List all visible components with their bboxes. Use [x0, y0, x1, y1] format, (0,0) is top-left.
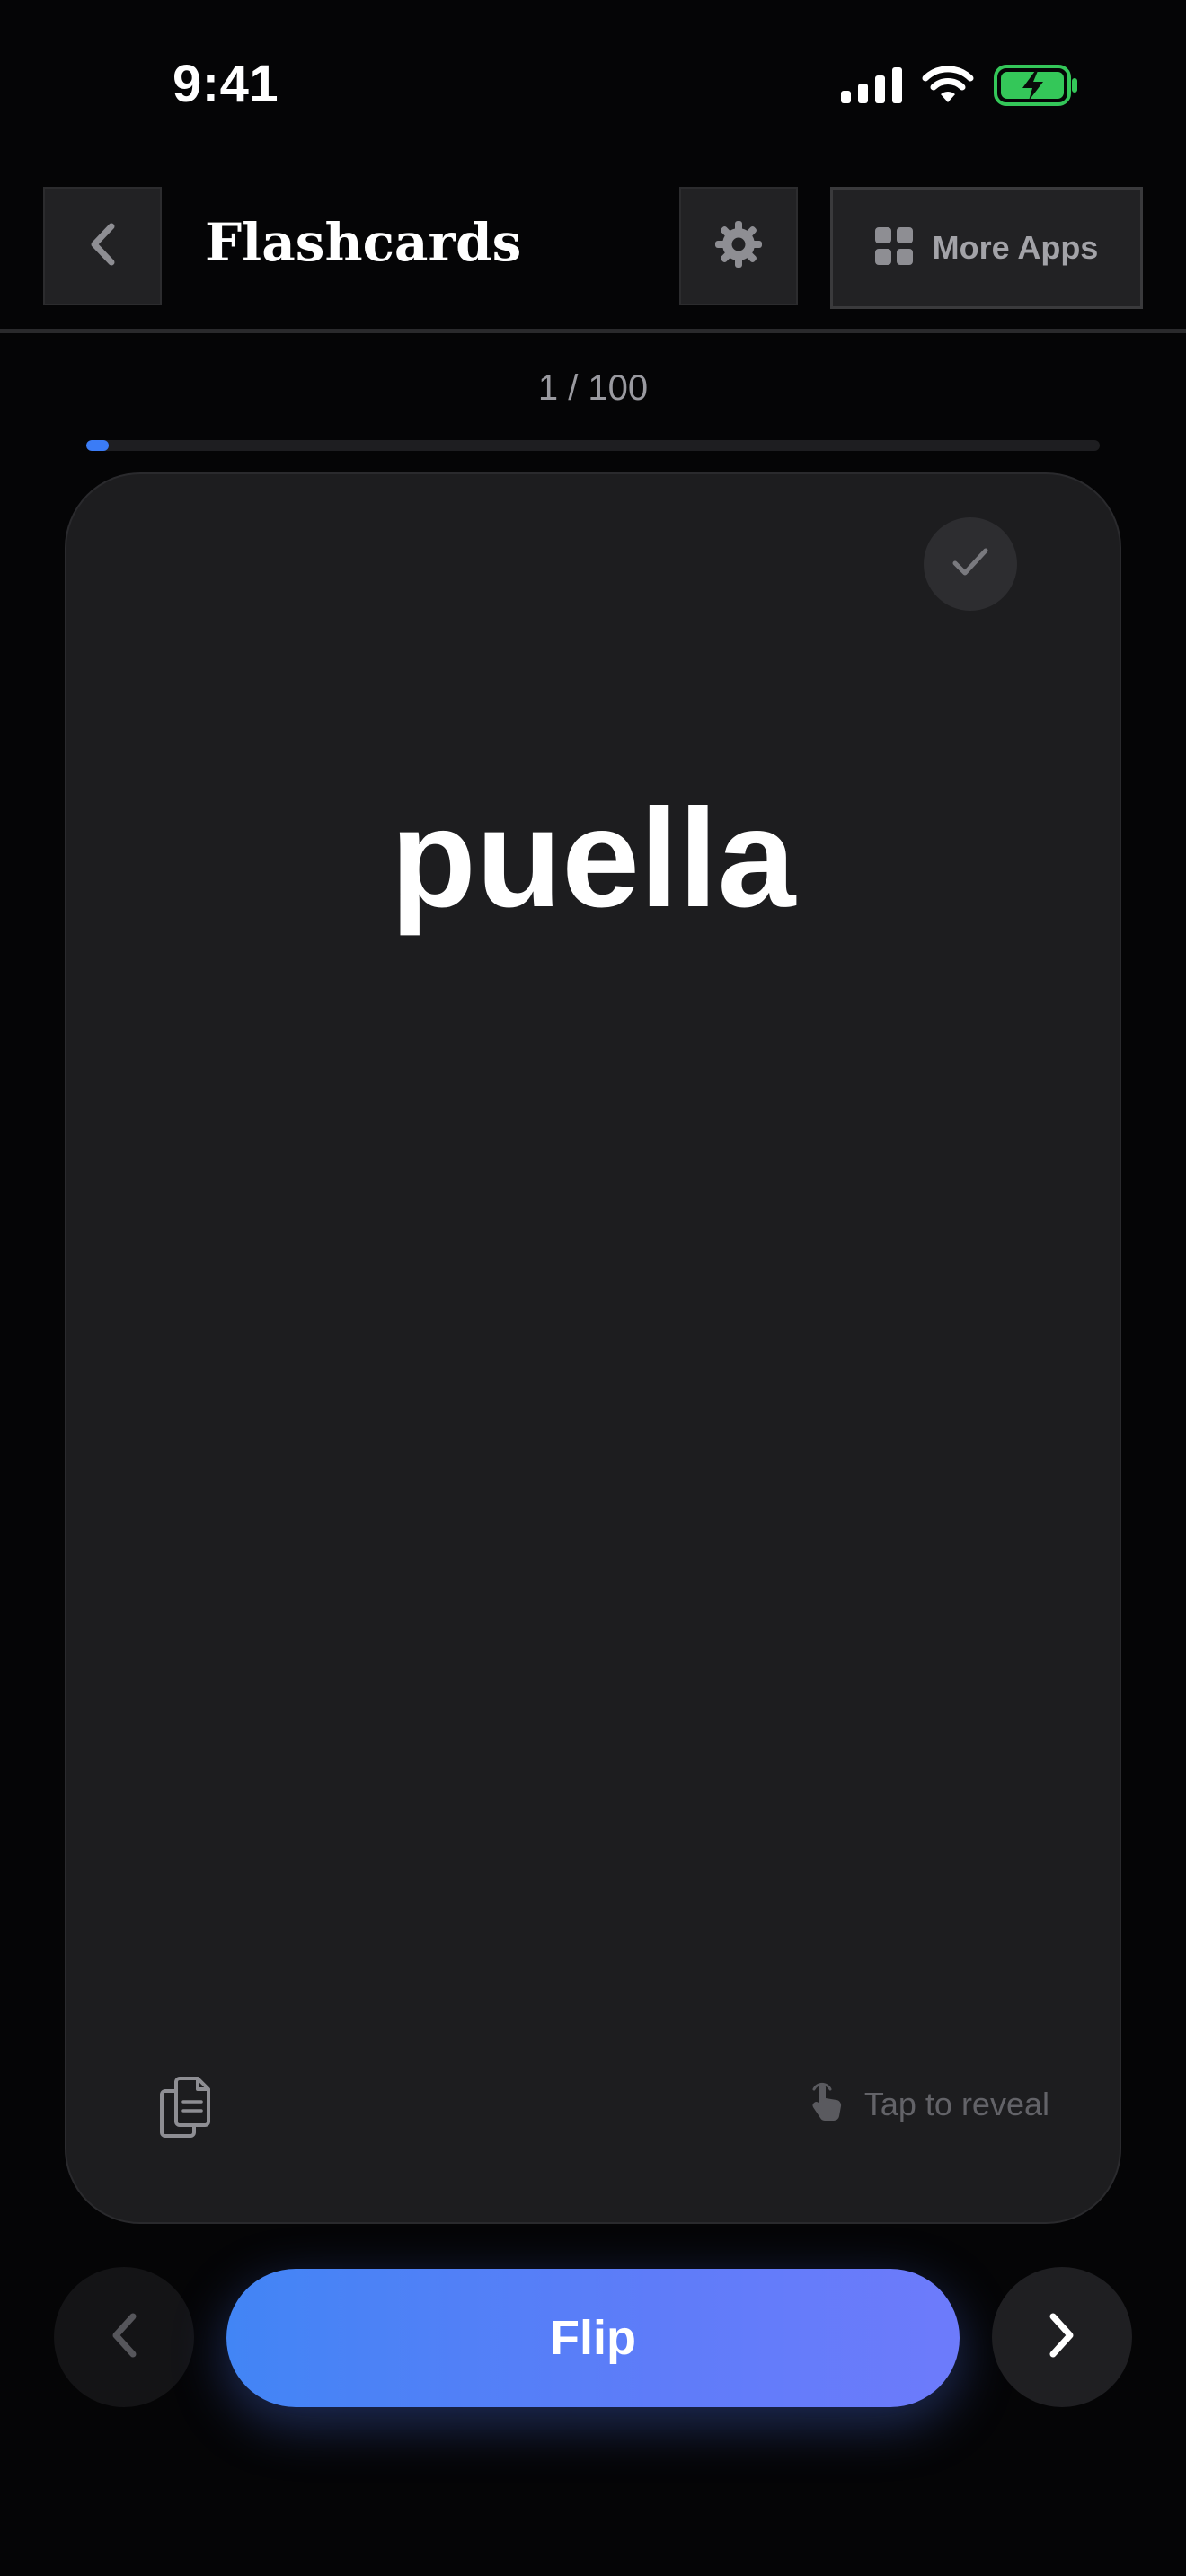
grid-icon [874, 226, 913, 269]
app-header: Flashcards More Apps [0, 187, 1186, 309]
chevron-right-icon [1044, 2309, 1080, 2366]
flashcards-screen: 9:41 Flashcards More Apps 1 / 100 puella… [0, 0, 1186, 2576]
checkmark-icon [951, 546, 990, 583]
tap-hand-icon [809, 2082, 846, 2126]
flashcard-term: puella [390, 781, 796, 937]
more-apps-label: More Apps [932, 229, 1099, 266]
page-title: Flashcards [205, 212, 522, 273]
more-apps-button[interactable]: More Apps [830, 187, 1143, 309]
previous-card-button[interactable] [54, 2267, 194, 2407]
tap-to-reveal-text: Tap to reveal [863, 2085, 1049, 2122]
back-button[interactable] [43, 187, 162, 305]
tap-to-reveal-hint: Tap to reveal [809, 2082, 1049, 2126]
header-divider [0, 329, 1186, 333]
status-icons [841, 65, 1078, 110]
status-time: 9:41 [173, 55, 279, 113]
next-card-button[interactable] [992, 2267, 1132, 2407]
mark-known-button[interactable] [924, 517, 1017, 611]
copy-documents-icon [158, 2075, 212, 2144]
flip-button-label: Flip [550, 2311, 636, 2365]
progress-bar-fill [86, 440, 109, 451]
progress-counter: 1 / 100 [537, 368, 649, 408]
battery-charging-icon [994, 65, 1078, 110]
copy-button[interactable] [153, 2073, 217, 2145]
chevron-left-icon [86, 221, 119, 272]
progress-bar [86, 440, 1100, 451]
chevron-left-icon [106, 2309, 142, 2366]
settings-button[interactable] [679, 187, 798, 305]
wifi-icon [922, 66, 974, 109]
flip-button[interactable]: Flip [226, 2269, 960, 2407]
flashcard[interactable]: puella Tap to reveal [65, 472, 1121, 2224]
cellular-signal-icon [841, 67, 902, 108]
gear-icon [713, 219, 764, 274]
